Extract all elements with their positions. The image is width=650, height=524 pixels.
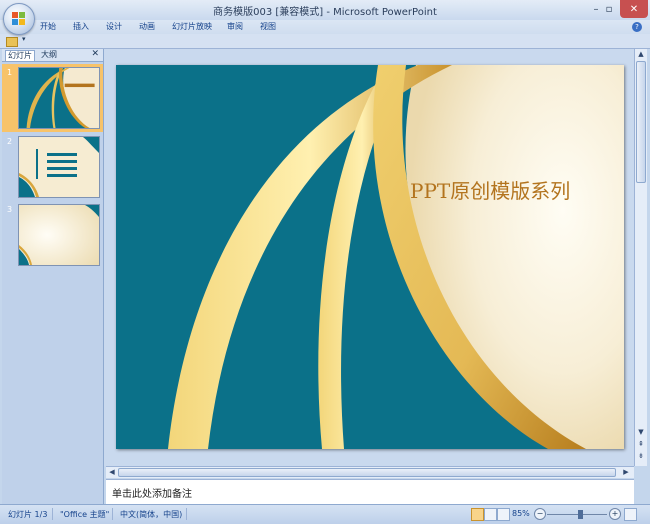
ribbon-tabs: 开始 插入 设计 动画 幻灯片放映 审阅 视图 ?	[0, 20, 650, 34]
tab-review[interactable]: 审阅	[227, 21, 243, 32]
language-status[interactable]: 中文(简体，中国)	[120, 509, 182, 520]
scroll-up-icon[interactable]: ▲	[635, 49, 647, 59]
zoom-slider-handle[interactable]	[578, 510, 583, 519]
slide-editing-area: PPT原创模版系列	[104, 49, 634, 466]
normal-view-icon[interactable]	[471, 508, 484, 521]
current-slide[interactable]: PPT原创模版系列	[116, 65, 624, 449]
horizontal-scrollbar[interactable]: ◀ ▶	[106, 466, 634, 478]
slide-preview	[18, 67, 100, 129]
previous-slide-icon[interactable]: ⇞	[635, 439, 647, 449]
horizontal-scroll-thumb[interactable]	[118, 468, 616, 477]
scroll-right-icon[interactable]: ▶	[620, 467, 632, 477]
theme-status: "Office 主题"	[60, 510, 110, 519]
tab-view[interactable]: 视图	[260, 21, 276, 32]
window-title: 商务模版003 [兼容模式] - Microsoft PowerPoint	[213, 7, 437, 18]
maximize-button[interactable]: ▫	[598, 0, 620, 18]
tab-home[interactable]: 开始	[40, 21, 56, 32]
quick-access-toolbar: ▾	[0, 34, 650, 49]
tab-animations[interactable]: 动画	[139, 21, 155, 32]
slide-show-view-icon[interactable]	[497, 508, 510, 521]
slide-title[interactable]: PPT原创模版系列	[410, 175, 570, 204]
slide-thumbnail-1[interactable]: 1	[2, 64, 103, 132]
scroll-left-icon[interactable]: ◀	[106, 467, 118, 477]
slide-thumbnail-3[interactable]: 3	[2, 202, 103, 268]
slides-pane: 幻灯片 大纲 ✕ 1 2 3	[2, 49, 104, 504]
slide-thumbnail-2[interactable]: 2	[2, 134, 103, 200]
status-bar: 幻灯片 1/3 "Office 主题" 中文(简体，中国) 85% − +	[0, 504, 650, 524]
tab-slide-show[interactable]: 幻灯片放映	[172, 21, 212, 32]
zoom-in-icon[interactable]: +	[609, 508, 621, 520]
slide-number: 3	[7, 205, 13, 214]
vertical-scroll-thumb[interactable]	[636, 61, 646, 183]
title-bar: 商务模版003 [兼容模式] - Microsoft PowerPoint – …	[0, 0, 650, 20]
fit-to-window-icon[interactable]	[624, 508, 637, 521]
slide-number: 2	[7, 137, 13, 146]
slide-preview	[18, 204, 100, 266]
office-logo-icon	[12, 12, 26, 26]
notes-placeholder: 单击此处添加备注	[112, 489, 192, 500]
slide-sorter-view-icon[interactable]	[484, 508, 497, 521]
slide-background	[116, 65, 624, 449]
office-button[interactable]	[3, 3, 35, 35]
pane-tabs: 幻灯片 大纲 ✕	[2, 49, 103, 62]
customize-dropdown-icon[interactable]: ▾	[22, 35, 26, 43]
zoom-out-icon[interactable]: −	[534, 508, 546, 520]
pane-close-icon[interactable]: ✕	[91, 49, 99, 59]
tab-insert[interactable]: 插入	[73, 21, 89, 32]
tab-outline[interactable]: 大纲	[39, 50, 59, 60]
slide-position-status: 幻灯片 1/3	[8, 510, 48, 519]
slide-preview	[18, 136, 100, 198]
tab-slides[interactable]: 幻灯片	[5, 50, 35, 61]
tab-design[interactable]: 设计	[106, 21, 122, 32]
vertical-scrollbar[interactable]: ▲ ▼ ⇞ ⇟	[634, 49, 647, 466]
next-slide-icon[interactable]: ⇟	[635, 451, 647, 461]
zoom-slider[interactable]	[547, 514, 607, 515]
close-button[interactable]: ✕	[620, 0, 648, 18]
slide-number: 1	[7, 68, 13, 77]
scroll-down-icon[interactable]: ▼	[635, 427, 647, 437]
help-icon[interactable]: ?	[632, 22, 642, 32]
notes-pane[interactable]: 单击此处添加备注	[106, 479, 634, 504]
open-folder-icon[interactable]	[6, 37, 18, 47]
zoom-level[interactable]: 85%	[512, 509, 530, 518]
